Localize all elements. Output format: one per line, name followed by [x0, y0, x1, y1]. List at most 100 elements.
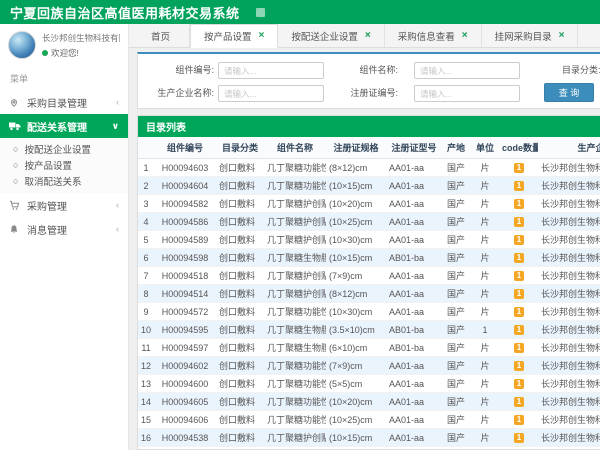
table-row[interactable]: 3H00094582创口敷料几丁聚糖护创贴（(10×20)cmAA01-aa国产… — [138, 195, 600, 213]
code-count-badge[interactable]: 1 — [514, 343, 524, 353]
sidebar-submenu: ○按配送企业设置○按产品设置○取消配送关系 — [0, 138, 128, 193]
menu-label: 菜单 — [0, 65, 128, 90]
cell-5: AA01-aa — [386, 429, 442, 447]
registration-no-label: 注册证编号: — [324, 85, 398, 102]
search-button[interactable]: 查 询 — [544, 83, 594, 102]
cell-1: H00094582 — [154, 195, 216, 213]
sidebar-subitem-0[interactable]: ○按配送企业设置 — [0, 141, 128, 157]
sidebar-item-3[interactable]: 消息管理‹ — [0, 217, 128, 241]
sidebar-item-1[interactable]: 配送关系管理∨ — [0, 114, 128, 138]
cell-1: H00094586 — [154, 213, 216, 231]
sidebar-subitem-1[interactable]: ○按产品设置 — [0, 157, 128, 173]
tab-close-icon[interactable]: × — [365, 31, 371, 41]
user-company: 长沙邦创生物科技有限公司 — [42, 32, 120, 44]
table-row[interactable]: 10H00094595创口敷料几丁聚糖生物膜(3.5×10)cmAB01-ba国… — [138, 321, 600, 339]
code-count-badge[interactable]: 1 — [514, 379, 524, 389]
code-count-badge[interactable]: 1 — [514, 199, 524, 209]
cell-7: 片 — [470, 195, 500, 213]
menu-toggle-icon[interactable] — [256, 8, 265, 17]
tab-close-icon[interactable]: × — [559, 31, 565, 41]
table-row[interactable]: 17H00093710创口敷料几丁聚糖护创贴（(5×5)cmAA01-aa国产片… — [138, 447, 600, 450]
cell-9: 长沙邦创生物科技有限公司 — [538, 249, 600, 267]
cell-6: 国产 — [442, 213, 470, 231]
cell-2: 创口敷料 — [216, 195, 264, 213]
cell-3: 几丁聚糖生物膜 — [264, 249, 326, 267]
manufacturer-input[interactable] — [218, 85, 324, 102]
cell-5: AB01-ba — [386, 339, 442, 357]
code-count-badge[interactable]: 1 — [514, 307, 524, 317]
code-count-cell: 1 — [500, 429, 538, 447]
cell-7: 片 — [470, 357, 500, 375]
sidebar-subitem-2[interactable]: ○取消配送关系 — [0, 173, 128, 189]
component-code-input[interactable] — [218, 62, 324, 79]
cell-5: AA01-aa — [386, 195, 442, 213]
table-row[interactable]: 8H00094514创口敷料几丁聚糖护创贴（(8×12)cmAA01-aa国产片… — [138, 285, 600, 303]
cell-2: 创口敷料 — [216, 357, 264, 375]
code-count-badge[interactable]: 1 — [514, 163, 524, 173]
code-count-cell: 1 — [500, 159, 538, 177]
filter-panel: 组件编号: 组件名称: 目录分类: 生产企业名称: 注册证编号: 查 询 — [137, 52, 600, 109]
code-count-badge[interactable]: 1 — [514, 325, 524, 335]
table-row[interactable]: 14H00094605创口敷料几丁聚糖功能性护(10×20)cmAA01-aa国… — [138, 393, 600, 411]
table-row[interactable]: 9H00094572创口敷料几丁聚糖功能性护(10×30)cmAA01-aa国产… — [138, 303, 600, 321]
component-name-input[interactable] — [414, 62, 520, 79]
code-count-badge[interactable]: 1 — [514, 289, 524, 299]
cell-6: 国产 — [442, 249, 470, 267]
code-count-badge[interactable]: 1 — [514, 235, 524, 245]
table-row[interactable]: 15H00094606创口敷料几丁聚糖功能性护(10×25)cmAA01-aa国… — [138, 411, 600, 429]
code-count-badge[interactable]: 1 — [514, 433, 524, 443]
cell-3: 几丁聚糖护创贴（ — [264, 195, 326, 213]
cell-5: AA01-aa — [386, 393, 442, 411]
tab-1[interactable]: 按产品设置× — [190, 24, 278, 48]
cell-2: 创口敷料 — [216, 411, 264, 429]
column-header-8: code数量 — [500, 137, 538, 159]
table-row[interactable]: 16H00094538创口敷料几丁聚糖护创贴（(10×15)cmAA01-aa国… — [138, 429, 600, 447]
sidebar-item-2[interactable]: 采购管理‹ — [0, 193, 128, 217]
table-row[interactable]: 11H00094597创口敷料几丁聚糖生物膜(6×10)cmAB01-ba国产片… — [138, 339, 600, 357]
code-count-badge[interactable]: 1 — [514, 217, 524, 227]
cell-5: AA01-aa — [386, 303, 442, 321]
radio-circle-icon: ○ — [13, 161, 18, 170]
table-row[interactable]: 2H00094604创口敷料几丁聚糖功能性护(10×15)cmAA01-aa国产… — [138, 177, 600, 195]
truck-icon — [9, 121, 21, 131]
tab-close-icon[interactable]: × — [462, 31, 468, 41]
cell-4: (8×12)cm — [326, 159, 386, 177]
cell-7: 片 — [470, 285, 500, 303]
tab-0[interactable]: 首页 — [132, 24, 190, 47]
manufacturer-label: 生产企业名称: — [140, 85, 214, 102]
code-count-badge[interactable]: 1 — [514, 361, 524, 371]
cell-6: 国产 — [442, 393, 470, 411]
registration-no-input[interactable] — [414, 85, 520, 102]
cell-9: 长沙邦创生物科技有限公司 — [538, 321, 600, 339]
cell-6: 国产 — [442, 195, 470, 213]
cell-6: 国产 — [442, 447, 470, 450]
tab-2[interactable]: 按配送企业设置× — [278, 24, 384, 47]
tab-4[interactable]: 挂网采购目录× — [482, 24, 579, 47]
cell-4: (10×25)cm — [326, 213, 386, 231]
cell-5: AB01-ba — [386, 321, 442, 339]
avatar — [8, 31, 36, 59]
cell-3: 几丁聚糖护创贴（ — [264, 447, 326, 450]
main-content: 首页按产品设置×按配送企业设置×采购信息查看×挂网采购目录× 组件编号: 组件名… — [129, 24, 600, 450]
cell-3: 几丁聚糖护创贴（ — [264, 429, 326, 447]
code-count-badge[interactable]: 1 — [514, 397, 524, 407]
table-row[interactable]: 4H00094586创口敷料几丁聚糖护创贴（(10×25)cmAA01-aa国产… — [138, 213, 600, 231]
code-count-badge[interactable]: 1 — [514, 415, 524, 425]
table-row[interactable]: 1H00094603创口敷料几丁聚糖功能性护(8×12)cmAA01-aa国产片… — [138, 159, 600, 177]
table-row[interactable]: 5H00094589创口敷料几丁聚糖护创贴（(10×30)cmAA01-aa国产… — [138, 231, 600, 249]
table-row[interactable]: 12H00094602创口敷料几丁聚糖功能性护(7×9)cmAA01-aa国产片… — [138, 357, 600, 375]
tab-close-icon[interactable]: × — [259, 31, 265, 41]
cell-0: 1 — [138, 159, 154, 177]
cell-1: H00094518 — [154, 267, 216, 285]
tab-3[interactable]: 采购信息查看× — [385, 24, 482, 47]
table-row[interactable]: 7H00094518创口敷料几丁聚糖护创贴（(7×9)cmAA01-aa国产片1… — [138, 267, 600, 285]
code-count-cell: 1 — [500, 195, 538, 213]
sidebar-item-0[interactable]: 采购目录管理‹ — [0, 90, 128, 114]
cell-5: AA01-aa — [386, 285, 442, 303]
code-count-badge[interactable]: 1 — [514, 253, 524, 263]
table-row[interactable]: 6H00094598创口敷料几丁聚糖生物膜(10×15)cmAB01-ba国产片… — [138, 249, 600, 267]
sidebar-subitem-label: 取消配送关系 — [24, 174, 81, 188]
table-row[interactable]: 13H00094600创口敷料几丁聚糖功能性护(5×5)cmAA01-aa国产片… — [138, 375, 600, 393]
code-count-badge[interactable]: 1 — [514, 271, 524, 281]
code-count-badge[interactable]: 1 — [514, 181, 524, 191]
